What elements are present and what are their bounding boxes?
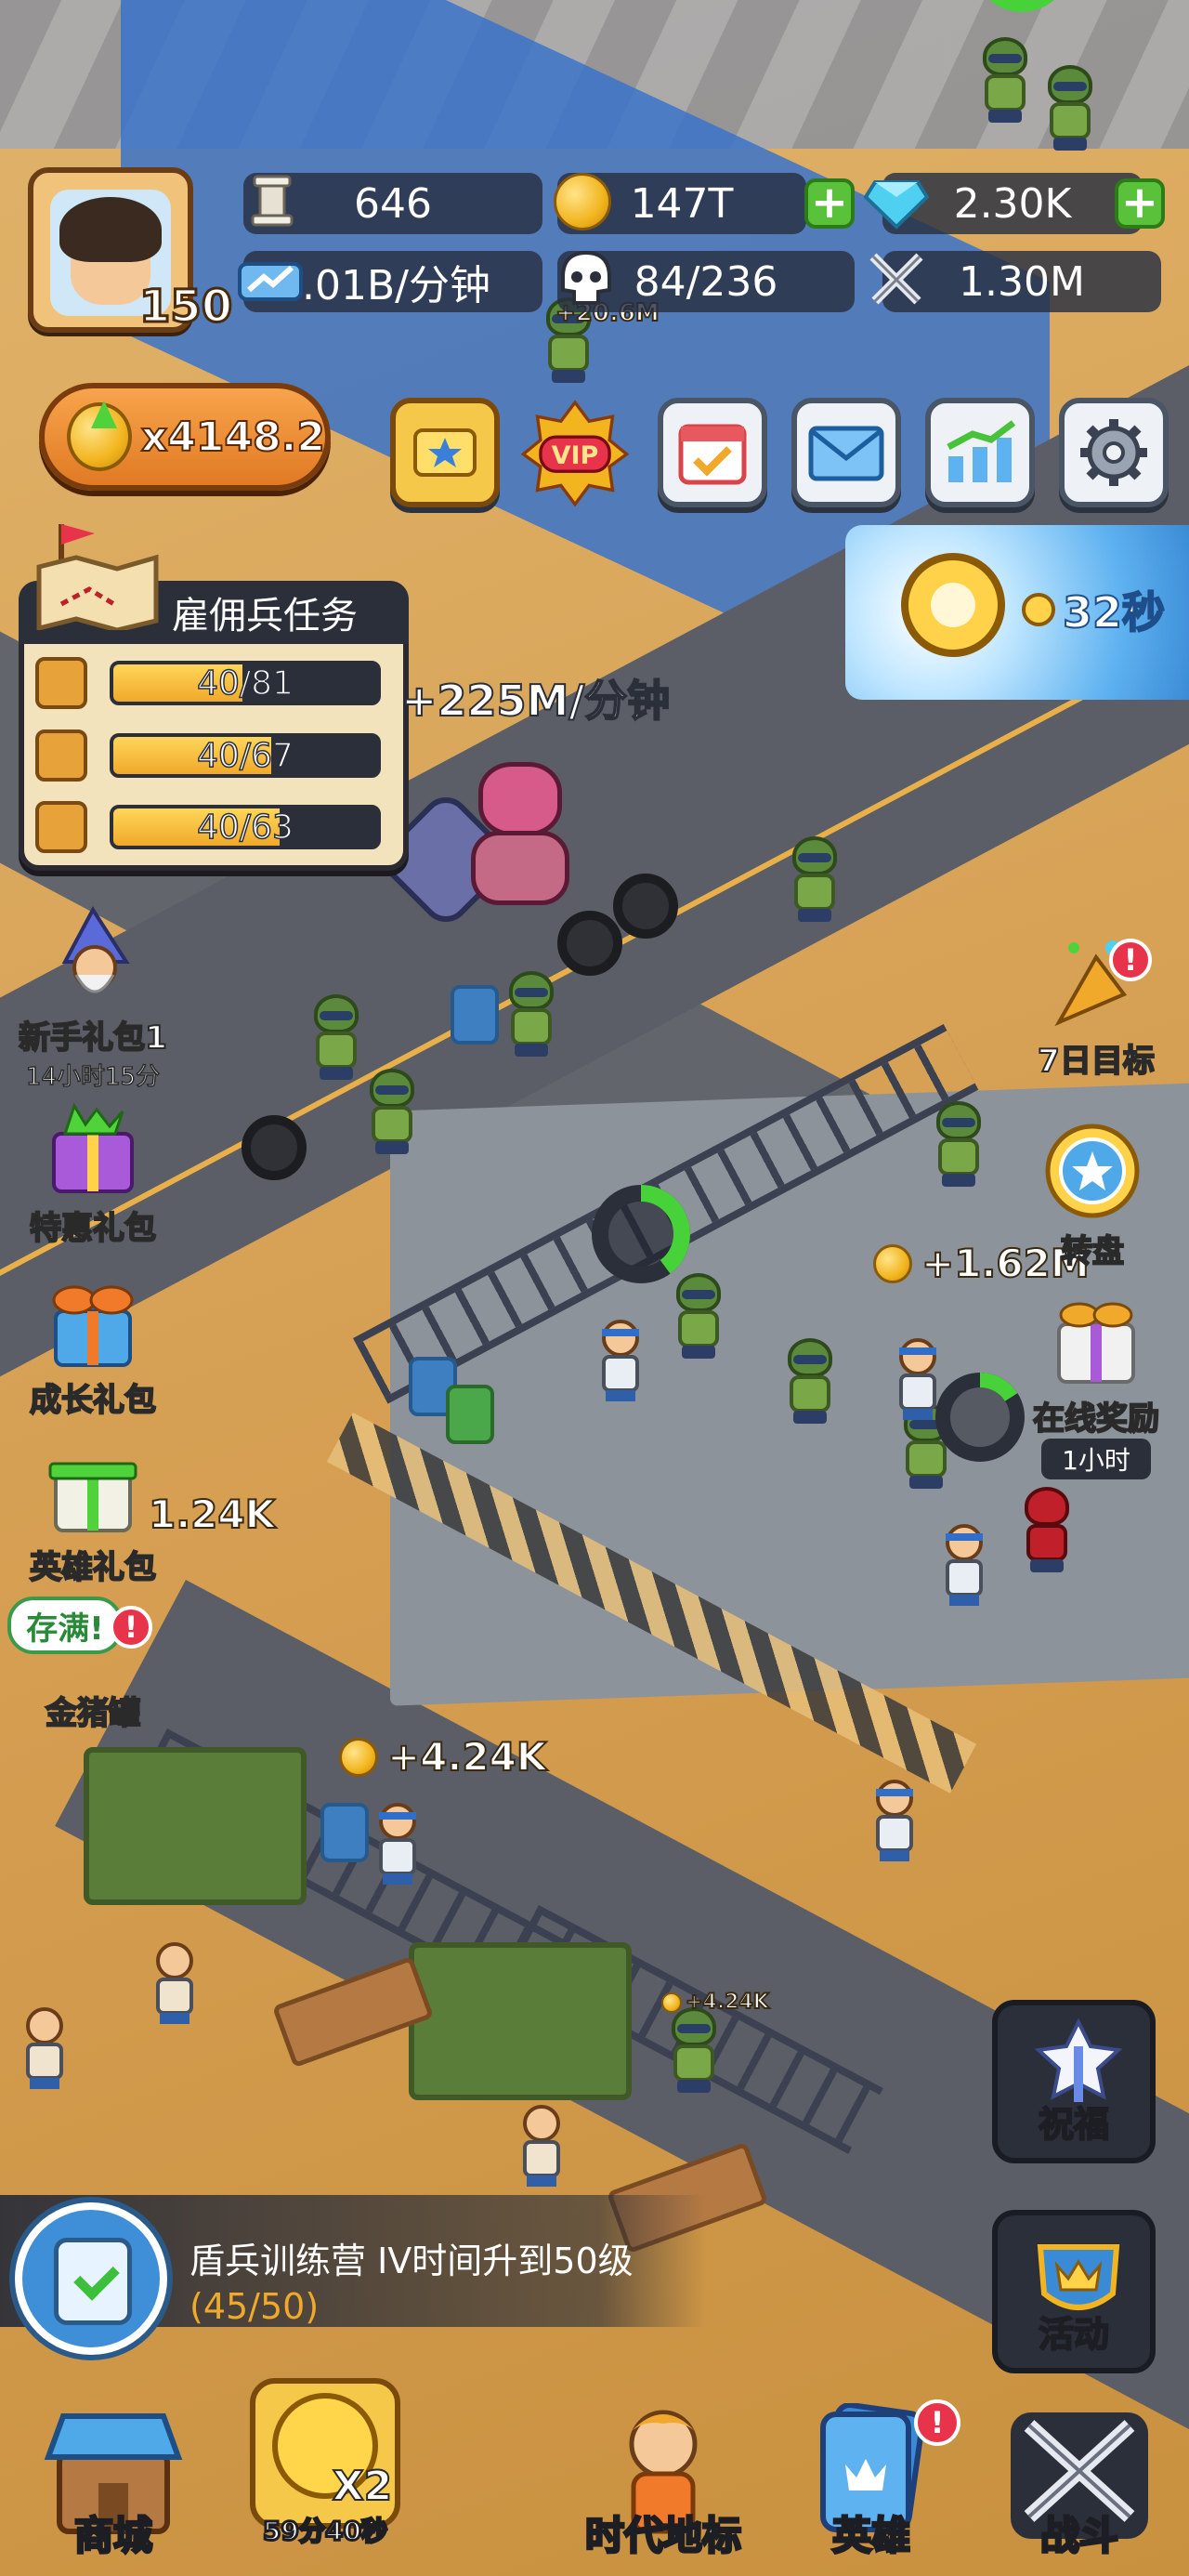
nav-landmark[interactable]: 时代地标 (570, 2403, 756, 2561)
reward-gift-icon (1057, 1302, 1135, 1384)
special-offer-button[interactable]: 特惠礼包 (9, 1097, 176, 1248)
gift-box-icon (52, 1102, 134, 1193)
gear-icon (1080, 419, 1147, 486)
landmark-label: 时代地标 (583, 2512, 742, 2560)
growth-pack-button[interactable]: 成长礼包 (9, 1268, 176, 1420)
blessing-button[interactable]: 祝福 (992, 2000, 1156, 2163)
blessing-label: 祝福 (1038, 2103, 1110, 2146)
growth-pack-label: 成长礼包 (29, 1381, 157, 1420)
activity-label: 活动 (1038, 2313, 1110, 2356)
piggy-bank-button[interactable]: 金猪罐 (9, 1636, 176, 1733)
pass-button[interactable] (390, 398, 500, 507)
quest-progress: (45/50) (189, 2286, 320, 2327)
newbie-pack-button[interactable]: 新手礼包1 14小时15分 (9, 906, 176, 1092)
treasure-map-icon (36, 524, 159, 630)
pass-icon (413, 428, 477, 477)
player-level: 150 (137, 280, 233, 335)
mission-progress-value: 40/81 (196, 664, 294, 703)
diamond-value: 2.30K (953, 179, 1072, 228)
speedup-timer-banner[interactable]: 32秒 (845, 525, 1189, 700)
mission-row-shield[interactable]: 40/63 (35, 801, 388, 853)
svg-text:VIP: VIP (552, 441, 599, 470)
online-reward-label: 在线奖励 (1032, 1400, 1160, 1439)
mission-title: 雇佣兵任务 (172, 595, 358, 637)
prize-wheel-icon (1045, 1124, 1140, 1218)
piggy-bank-icon (37, 1636, 149, 1688)
timer-value: 32秒 (1062, 586, 1166, 638)
gold-coin-icon (554, 173, 611, 230)
alert-badge: ! (914, 2399, 960, 2446)
bow-icon (35, 729, 87, 782)
newbie-pack-label: 新手礼包1 (18, 1019, 168, 1058)
mission-row-bow[interactable]: 40/67 (35, 729, 388, 782)
boost-timer: 59分40秒 (232, 2511, 418, 2548)
hero-label: 英雄 (830, 2512, 911, 2560)
activity-button[interactable]: 活动 (992, 2210, 1156, 2373)
nav-shop[interactable]: 商城 (20, 2403, 206, 2561)
diamond-icon (864, 180, 929, 230)
vip-button[interactable]: VIP (520, 398, 630, 507)
trend-up-icon (238, 262, 303, 301)
lucky-wheel-label: 转盘 (1060, 1232, 1125, 1271)
daily-checkin-button[interactable] (658, 398, 767, 507)
add-diamond-button[interactable]: + (1115, 178, 1165, 229)
stats-button[interactable] (925, 398, 1035, 507)
special-offer-label: 特惠礼包 (29, 1209, 157, 1248)
svg-text:X2: X2 (333, 2463, 393, 2510)
clipboard-check-icon (54, 2238, 132, 2325)
newbie-pack-timer: 14小时15分 (25, 1062, 161, 1092)
online-reward-button[interactable]: 在线奖励 1小时 (1013, 1287, 1180, 1479)
gold-value: 147T (630, 179, 734, 228)
battle-label: 战斗 (1039, 2512, 1119, 2560)
skull-icon (561, 250, 611, 305)
hero-gift-icon (48, 1462, 137, 1532)
lucky-wheel-button[interactable]: 转盘 (1009, 1120, 1176, 1271)
mission-progress-value: 40/67 (196, 736, 294, 775)
gift-bow-icon (52, 1285, 134, 1367)
mail-icon (808, 426, 884, 481)
piggy-bank-label: 金猪罐 (45, 1694, 141, 1733)
shield-icon (35, 801, 87, 853)
quest-title: 盾兵训练营 IV时间升到50级 (189, 2241, 634, 2281)
alert-badge: ! (1109, 939, 1152, 981)
nav-income-boost[interactable]: X2 59分40秒 (232, 2360, 418, 2561)
seven-day-goal-label: 7日目标 (1037, 1042, 1156, 1081)
clock-icon (1022, 593, 1055, 626)
income-boost-button[interactable]: x4148.2 (39, 383, 331, 491)
seven-day-goal-button[interactable]: 7日目标 (1013, 929, 1180, 1081)
boost-timer-value: 59分40秒 (262, 2515, 389, 2548)
vip-icon: VIP (520, 400, 630, 507)
mission-progress-bar: 40/81 (110, 661, 381, 705)
sword-icon (35, 657, 87, 709)
income-rate-value: 9.01B/分钟 (276, 262, 490, 309)
nav-battle[interactable]: 战斗 (986, 2403, 1172, 2561)
shop-label: 商城 (72, 2512, 153, 2560)
mission-progress-value: 40/63 (196, 808, 294, 847)
mission-progress-bar: 40/63 (110, 805, 381, 849)
coin-arrow-up-icon (67, 401, 132, 471)
boost-multiplier-value: x4148.2 (140, 413, 326, 462)
speedup-timer: 32秒 (1022, 579, 1166, 640)
hero-pack-label: 英雄礼包 (29, 1548, 157, 1587)
quest-button[interactable] (15, 2202, 167, 2355)
hero-pack-button[interactable]: 英雄礼包 (9, 1436, 176, 1587)
stone-value: 646 (354, 179, 432, 228)
stopwatch-icon (901, 553, 1005, 657)
settings-button[interactable] (1059, 398, 1169, 507)
stats-icon (947, 420, 1016, 482)
pillar-icon (251, 175, 294, 227)
mission-progress-bar: 40/67 (110, 733, 381, 778)
online-reward-timer: 1小时 (1041, 1439, 1151, 1479)
wizard-icon (61, 906, 130, 993)
mission-row-sword[interactable]: 40/81 (35, 657, 388, 709)
population-value: 84/236 (634, 257, 778, 306)
building-income-rate: +225M/分钟 (400, 675, 671, 727)
calendar-icon (678, 424, 747, 485)
power-value: 1.30M (959, 257, 1085, 306)
crossed-swords-icon (869, 253, 923, 305)
mail-button[interactable] (791, 398, 901, 507)
add-gold-button[interactable]: + (804, 178, 855, 229)
